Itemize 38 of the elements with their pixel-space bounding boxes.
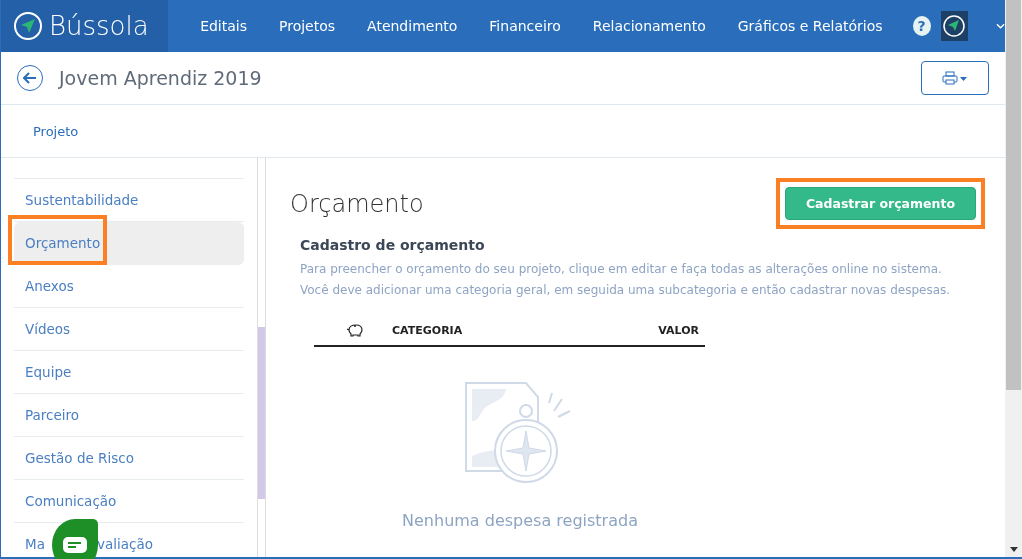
column-header: VALOR xyxy=(658,323,699,337)
description-text: Você deve adicionar uma categoria geral, em seguida uma subcategoria e então cadastrar novas despesas. xyxy=(300,282,952,299)
register-budget-button[interactable]: Cadastrar orçamento xyxy=(784,187,976,220)
sidebar-item[interactable]: Equipe xyxy=(14,351,244,394)
chevron-down-icon[interactable] xyxy=(995,23,1005,29)
nav-link[interactable]: Gráficos e Relatórios xyxy=(721,18,899,34)
nav-link[interactable]: Relacionamento xyxy=(576,18,722,34)
sidebar-item[interactable]: Parceiro xyxy=(14,394,244,437)
sidebar-item[interactable]: Vídeos xyxy=(14,308,244,351)
empty-state-text: Nenhuma despesa registrada xyxy=(402,511,638,530)
brand-name: Bússola xyxy=(49,11,149,41)
column-header: CATEGORIA xyxy=(392,323,463,337)
page-title: Orçamento xyxy=(290,189,424,218)
piggy-bank-icon xyxy=(346,323,364,337)
page-scrollbar[interactable] xyxy=(1005,0,1022,557)
nav-link[interactable]: Editais xyxy=(184,18,263,34)
help-icon[interactable]: ? xyxy=(912,16,931,36)
printer-icon xyxy=(942,71,968,85)
sidebar-scrollbar[interactable] xyxy=(257,158,266,557)
sidebar-item[interactable]: Anexos xyxy=(14,265,244,308)
print-button[interactable] xyxy=(921,61,989,95)
chat-bubble-icon xyxy=(62,536,88,554)
scroll-down-arrow-icon[interactable] xyxy=(1009,547,1018,552)
nav-link[interactable]: Atendimento xyxy=(351,18,474,34)
sidebar-item[interactable]: Orçamento xyxy=(14,222,244,265)
tab[interactable]: Projeto xyxy=(33,117,79,145)
section-title: Cadastro de orçamento xyxy=(300,237,486,253)
project-title: Jovem Aprendiz 2019 xyxy=(59,67,263,89)
sidebar-item[interactable]: Gestão de Risco xyxy=(14,437,244,480)
arrow-left-icon xyxy=(23,72,37,84)
nav-link[interactable]: Financeiro xyxy=(473,18,577,34)
sidebar-item[interactable]: Ma xyxy=(25,536,45,552)
chat-button[interactable] xyxy=(52,519,98,559)
avatar-icon[interactable] xyxy=(940,11,968,41)
sidebar-item[interactable]: valiação xyxy=(96,536,153,552)
compass-logo-icon xyxy=(13,11,43,41)
nav-link[interactable]: Projetos xyxy=(263,18,352,34)
description-text: Para preencher o orçamento do seu projeto, clique em editar e faça todas as alterações online no sistema. xyxy=(300,261,943,278)
